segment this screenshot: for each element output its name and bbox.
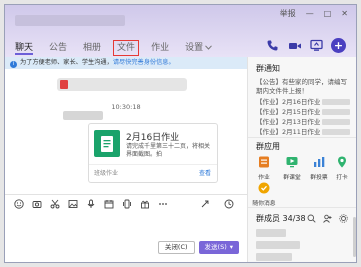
group-apps-title: 群应用 <box>256 142 280 151</box>
tab-announcement[interactable]: 公告 <box>49 41 67 55</box>
group-sidebar: 群通知 【公告】有些家的同学，请编写 期内文件件上报！ 【作业】2月16日作业 … <box>248 57 356 262</box>
group-notice-title: 群通知 <box>256 64 280 73</box>
notice-line-text: 【作业】2月13日作业 <box>256 118 321 126</box>
notice-line-text: 【作业】2月16日作业 <box>256 98 321 106</box>
member-list-item-redacted[interactable] <box>256 253 292 261</box>
notice-line[interactable]: 期内文件件上报！ <box>256 85 352 95</box>
card-divider <box>89 164 217 165</box>
tab-homework[interactable]: 作业 <box>151 41 169 55</box>
history-icon[interactable] <box>223 198 234 209</box>
homework-title: 2月16日作业 <box>126 133 180 143</box>
group-members-title: 群成员 34/38 <box>256 214 306 223</box>
toolbar-right <box>199 198 241 209</box>
homework-document-icon <box>94 130 120 157</box>
chat-window: 举报 — □ ✕ 聊天 公告 相册 文件 作业 设置 + i 为了方便老师、家长… <box>4 4 357 263</box>
info-icon: i <box>10 61 17 68</box>
notice-line-text: 【作业】2月15日作业 <box>256 108 321 116</box>
video-icon[interactable] <box>287 38 302 53</box>
app-checkin[interactable]: 打卡 <box>328 154 356 181</box>
banner-text: 为了方便老师、家长、学生沟通， <box>20 59 113 66</box>
homework-description: 请完成千里第三十二页，将相关界面截图。拍 <box>126 143 211 158</box>
member-list-item-redacted[interactable] <box>256 229 286 237</box>
notice-line-text: 【作业】2月11日作业 <box>256 128 321 136</box>
notice-line[interactable]: 【作业】2月13日作业 <box>256 116 352 126</box>
message-icon <box>256 180 272 196</box>
send-options-dropdown[interactable]: ▾ <box>230 241 233 254</box>
send-controls: 关闭(C) 发送(S) ▾ <box>157 241 239 254</box>
group-name-redacted <box>15 15 125 26</box>
report-button[interactable]: 举报 <box>280 9 296 19</box>
sender-name-redacted <box>63 111 103 120</box>
homework-card[interactable]: 2月16日作业 请完成千里第三十二页，将相关界面截图。拍 班级作业 查看 <box>88 123 218 183</box>
scissors-icon[interactable] <box>49 199 60 210</box>
app-classroom[interactable]: 群课堂 <box>278 154 306 181</box>
image-icon[interactable] <box>67 199 78 210</box>
minimize-button[interactable]: — <box>306 9 314 19</box>
shake-icon[interactable] <box>121 199 132 210</box>
send-button[interactable]: 发送(S) ▾ <box>198 241 239 254</box>
classroom-icon <box>284 154 300 170</box>
notice-line[interactable]: 【作业】2月16日作业 <box>256 96 352 106</box>
tab-chat[interactable]: 聊天 <box>15 41 34 55</box>
banner-link[interactable]: 请尽快完善身份信息。 <box>113 59 175 66</box>
window-header: 举报 — □ ✕ 聊天 公告 相册 文件 作业 设置 + <box>5 5 356 57</box>
notice-line[interactable]: 【作业】2月15日作业 <box>256 106 352 116</box>
screen-share-icon[interactable] <box>309 38 324 53</box>
toolbar-divider <box>5 194 247 195</box>
resize-icon[interactable] <box>199 198 210 209</box>
message-timestamp: 10:30:18 <box>111 103 141 111</box>
gift-icon[interactable] <box>139 199 150 210</box>
chevron-down-icon[interactable] <box>205 44 212 52</box>
members-scrollbar[interactable] <box>353 217 356 257</box>
search-member-icon[interactable] <box>306 213 316 223</box>
homework-source: 班级作业 <box>94 170 119 177</box>
emoji-icon[interactable] <box>13 199 24 210</box>
view-homework-link[interactable]: 查看 <box>199 168 211 177</box>
calendar-icon[interactable] <box>103 199 114 210</box>
app-message[interactable]: 随你消息 <box>250 180 278 207</box>
member-actions <box>306 213 348 223</box>
voice-icon[interactable] <box>85 199 96 210</box>
sidebar-divider <box>248 207 356 208</box>
file-message-bubble-redacted[interactable] <box>57 78 187 91</box>
checkin-icon <box>334 154 350 170</box>
tab-album[interactable]: 相册 <box>83 41 101 55</box>
app-label: 群课堂 <box>283 175 301 181</box>
settings-icon[interactable] <box>338 213 348 223</box>
member-list-item-redacted[interactable] <box>256 241 300 249</box>
add-member-icon[interactable] <box>322 213 332 223</box>
screenshot-icon[interactable] <box>31 199 42 210</box>
more-icon[interactable] <box>157 199 168 210</box>
tab-settings[interactable]: 设置 <box>185 41 203 55</box>
sidebar-divider <box>248 137 356 138</box>
homework-icon <box>256 154 272 170</box>
identity-banner: i 为了方便老师、家长、学生沟通，请尽快完善身份信息。 <box>5 57 247 69</box>
close-button[interactable]: 关闭(C) <box>157 241 195 254</box>
header-actions: + <box>265 38 346 53</box>
add-icon[interactable]: + <box>331 38 346 53</box>
app-label: 打卡 <box>336 175 348 181</box>
chat-panel: i 为了方便老师、家长、学生沟通，请尽快完善身份信息。 10:30:18 2月16… <box>5 57 247 262</box>
input-toolbar <box>5 197 247 211</box>
phone-icon[interactable] <box>265 38 280 53</box>
tab-files[interactable]: 文件 <box>113 40 140 56</box>
tab-bar: 聊天 公告 相册 文件 作业 设置 <box>15 40 212 56</box>
vote-icon <box>311 154 327 170</box>
window-controls: 举报 — □ ✕ <box>280 9 348 19</box>
maximize-button[interactable]: □ <box>324 9 332 19</box>
close-window-button[interactable]: ✕ <box>341 9 348 19</box>
app-homework[interactable]: 作业 <box>250 154 278 181</box>
notice-line[interactable]: 【作业】2月11日作业 <box>256 126 352 136</box>
send-button-label: 发送(S) <box>204 243 227 251</box>
message-input[interactable] <box>5 213 247 239</box>
file-icon <box>60 80 68 89</box>
app-label: 随你消息 <box>252 201 276 207</box>
